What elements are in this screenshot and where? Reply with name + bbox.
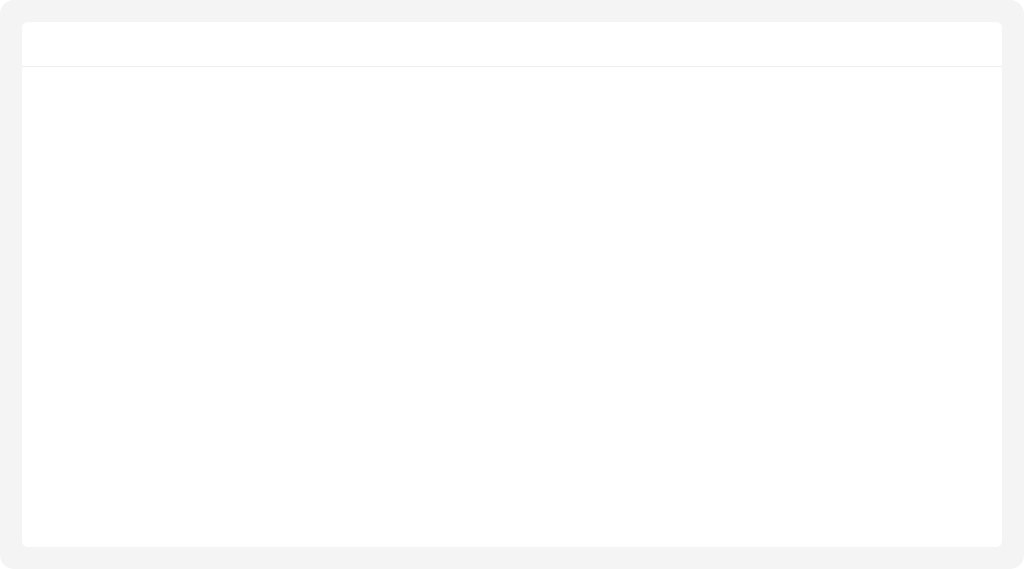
roadmap-table [22, 22, 1002, 547]
title-column-header[interactable] [22, 67, 237, 107]
phase-header-row [22, 22, 1002, 66]
column-header-row [22, 66, 1002, 107]
app-frame [0, 0, 1024, 569]
